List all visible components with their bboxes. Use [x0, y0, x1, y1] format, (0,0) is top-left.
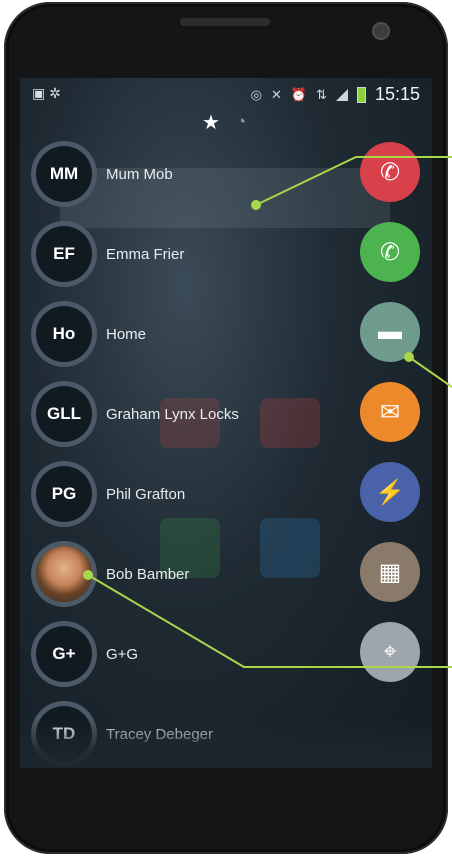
callout-line: [87, 574, 452, 668]
callout-dot: [251, 200, 261, 210]
callout-dot: [83, 570, 93, 580]
callout-line: [408, 356, 452, 388]
callout-line: [255, 156, 452, 206]
callout-lines: [83, 156, 452, 668]
callout-dot: [404, 352, 414, 362]
